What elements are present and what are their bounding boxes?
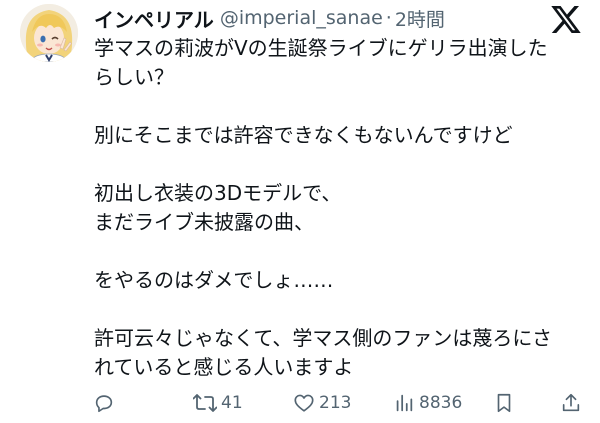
like-button[interactable]: 213 bbox=[293, 388, 351, 418]
views-chart-icon bbox=[396, 394, 413, 412]
tweet-line: らしい？ bbox=[94, 65, 174, 89]
heart-icon bbox=[294, 394, 314, 412]
share-icon bbox=[562, 393, 580, 412]
tweet-line: 初出し衣装の3Dモデルで、 bbox=[94, 181, 342, 205]
display-name[interactable]: インペリアル bbox=[94, 4, 214, 33]
separator-dot: · bbox=[385, 7, 392, 29]
tweet-header: インペリアル @imperial_sanae · 2時間 bbox=[94, 0, 445, 36]
retweet-icon bbox=[193, 394, 217, 412]
bookmark-icon bbox=[497, 393, 511, 413]
x-logo-icon[interactable] bbox=[551, 6, 581, 33]
user-handle[interactable]: @imperial_sanae bbox=[220, 7, 383, 29]
anime-girl-avatar-icon bbox=[20, 4, 78, 62]
views-count: 8836 bbox=[419, 393, 463, 413]
views-button[interactable]: 8836 bbox=[393, 388, 462, 418]
tweet-line: 別にそこまでは許容できなくもないんですけど bbox=[94, 123, 513, 147]
tweet-line: まだライブ未披露の曲、 bbox=[94, 210, 314, 234]
share-button[interactable] bbox=[560, 388, 582, 418]
like-count: 213 bbox=[319, 393, 352, 413]
tweet-line: 学マスの莉波がVの生誕祭ライブにゲリラ出演した bbox=[94, 36, 548, 60]
tweet-line: をやるのはダメでしょ…… bbox=[94, 268, 334, 292]
avatar[interactable] bbox=[20, 4, 78, 62]
bookmark-button[interactable] bbox=[494, 388, 514, 418]
timestamp[interactable]: 2時間 bbox=[395, 5, 445, 32]
tweet-line: 許可云々じゃなくて、学マス側のファンは蔑ろにさ bbox=[94, 326, 552, 350]
retweet-button[interactable]: 41 bbox=[193, 388, 243, 418]
reply-icon bbox=[95, 395, 113, 413]
action-bar: 41 213 8836 bbox=[0, 388, 600, 418]
tweet-line: れていると感じる人いますよ bbox=[94, 355, 354, 379]
reply-button[interactable] bbox=[93, 388, 115, 418]
retweet-count: 41 bbox=[221, 393, 243, 413]
tweet-text: 学マスの莉波がVの生誕祭ライブにゲリラ出演した らしい？ 別にそこまでは許容でき… bbox=[94, 34, 584, 382]
